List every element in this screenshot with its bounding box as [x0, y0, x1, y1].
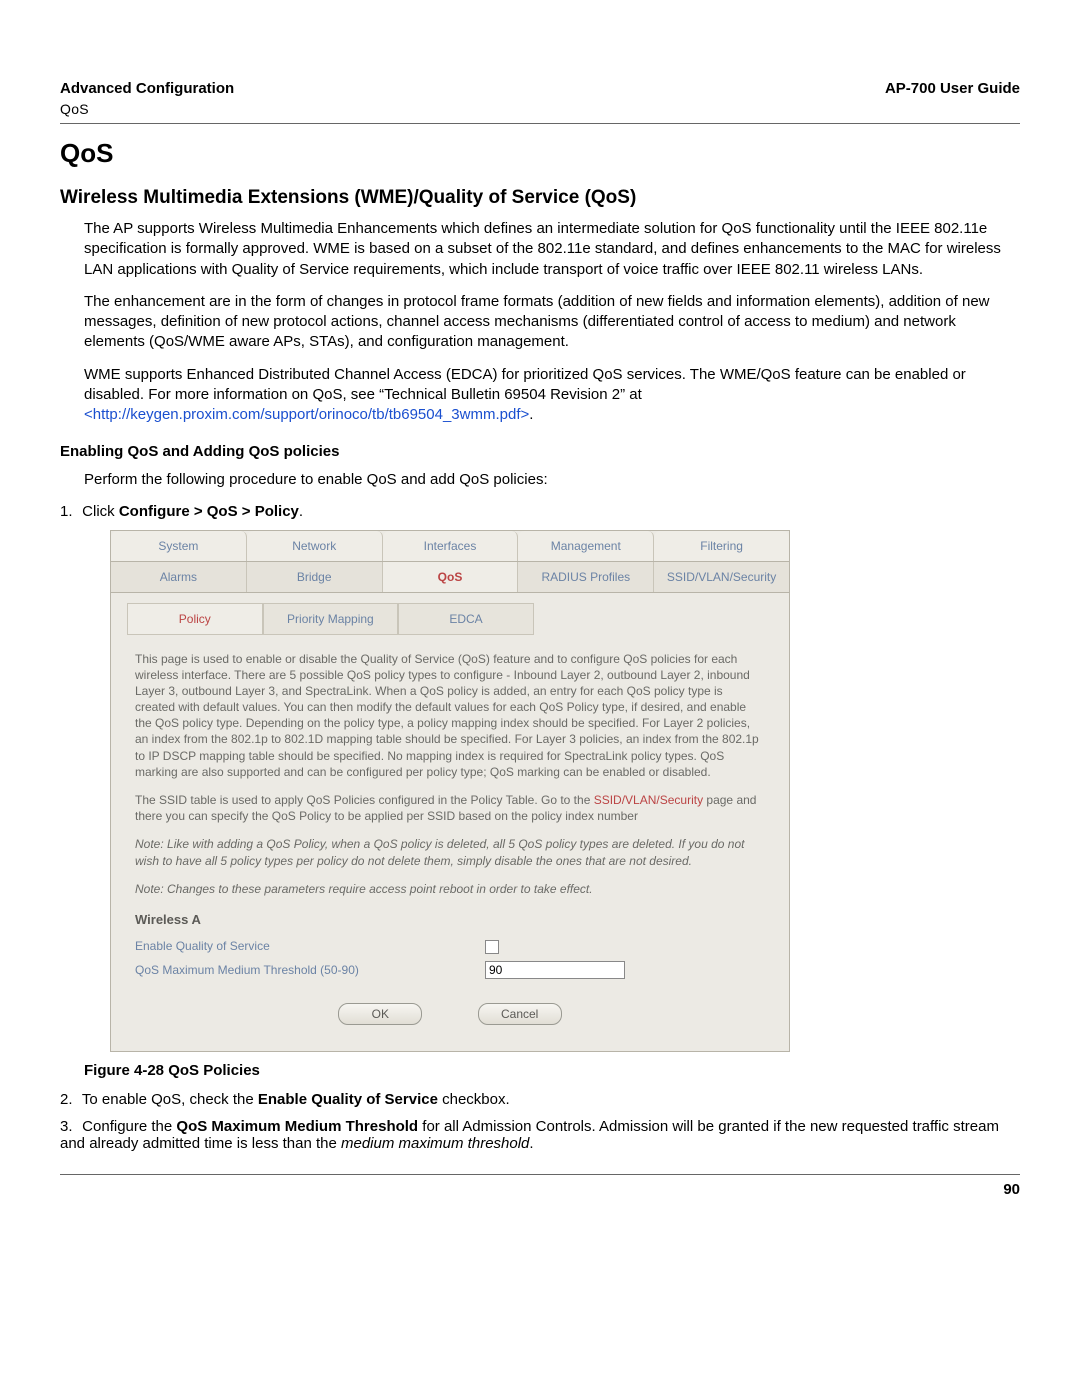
step-1-path: Configure > QoS > Policy [119, 503, 299, 520]
panel-note-1: Note: Like with adding a QoS Policy, whe… [135, 836, 765, 868]
page-header: Advanced Configuration AP-700 User Guide [60, 80, 1020, 97]
qos-config-panel: System Network Interfaces Management Fil… [110, 530, 790, 1052]
tab-ssid-vlan-security[interactable]: SSID/VLAN/Security [654, 562, 789, 592]
header-rule [60, 123, 1020, 124]
header-right: AP-700 User Guide [885, 80, 1020, 97]
step-3-number: 3. [60, 1118, 78, 1135]
panel-desc-2a: The SSID table is used to apply QoS Poli… [135, 793, 594, 807]
subtab-policy[interactable]: Policy [127, 603, 263, 635]
wireless-a-heading: Wireless A [135, 911, 765, 929]
cancel-button[interactable]: Cancel [478, 1003, 562, 1025]
subsection-intro: Perform the following procedure to enabl… [84, 470, 1020, 490]
enable-qos-row: Enable Quality of Service [135, 938, 765, 954]
enable-qos-checkbox[interactable] [485, 940, 499, 954]
tab-management[interactable]: Management [518, 531, 654, 561]
step-2: 2. To enable QoS, check the Enable Quali… [60, 1091, 1020, 1108]
paragraph-3b: . [529, 406, 533, 423]
tab-qos[interactable]: QoS [383, 562, 519, 592]
enable-qos-label: Enable Quality of Service [135, 938, 485, 954]
step-2-b: checkbox. [438, 1091, 510, 1108]
page-title: QoS [60, 138, 1020, 169]
panel-desc-2: The SSID table is used to apply QoS Poli… [135, 792, 765, 824]
subtab-edca[interactable]: EDCA [398, 603, 534, 635]
page-number: 90 [60, 1181, 1020, 1198]
step-3-c: . [529, 1135, 533, 1152]
figure-caption: Figure 4-28 QoS Policies [84, 1062, 1020, 1079]
panel-content: This page is used to enable or disable t… [111, 635, 789, 1051]
step-3-a: Configure the [82, 1118, 176, 1135]
step-2-number: 2. [60, 1091, 78, 1108]
tab-network[interactable]: Network [247, 531, 383, 561]
tab-radius-profiles[interactable]: RADIUS Profiles [518, 562, 654, 592]
page: Advanced Configuration AP-700 User Guide… [0, 0, 1080, 1228]
tab-bridge[interactable]: Bridge [247, 562, 383, 592]
ok-button[interactable]: OK [338, 1003, 422, 1025]
step-2-bold: Enable Quality of Service [258, 1091, 438, 1108]
tab-interfaces[interactable]: Interfaces [383, 531, 519, 561]
step-2-a: To enable QoS, check the [82, 1091, 258, 1108]
button-row: OK Cancel [135, 1003, 765, 1025]
sub-tab-row: Policy Priority Mapping EDCA [127, 603, 534, 635]
step-3-italic: medium maximum threshold [341, 1135, 529, 1152]
header-left: Advanced Configuration [60, 80, 234, 97]
tab-alarms[interactable]: Alarms [111, 562, 247, 592]
panel-note-2: Note: Changes to these parameters requir… [135, 881, 765, 897]
qos-threshold-input[interactable] [485, 961, 625, 979]
section-title: Wireless Multimedia Extensions (WME)/Qua… [60, 187, 1020, 209]
paragraph-3: WME supports Enhanced Distributed Channe… [84, 365, 1020, 426]
step-3: 3. Configure the QoS Maximum Medium Thre… [60, 1118, 1020, 1152]
step-1: 1. Click Configure > QoS > Policy. [60, 503, 1020, 520]
qos-threshold-label: QoS Maximum Medium Threshold (50-90) [135, 962, 485, 978]
qos-threshold-row: QoS Maximum Medium Threshold (50-90) [135, 961, 765, 979]
step-1-b: . [299, 503, 303, 520]
header-sub: QoS [60, 101, 1020, 117]
top-tab-row-2: Alarms Bridge QoS RADIUS Profiles SSID/V… [111, 562, 789, 593]
step-1-number: 1. [60, 503, 78, 520]
tab-filtering[interactable]: Filtering [654, 531, 789, 561]
tab-system[interactable]: System [111, 531, 247, 561]
panel-desc-1: This page is used to enable or disable t… [135, 651, 765, 781]
paragraph-1: The AP supports Wireless Multimedia Enha… [84, 219, 1020, 280]
ssid-vlan-security-link[interactable]: SSID/VLAN/Security [594, 793, 703, 807]
paragraph-3a: WME supports Enhanced Distributed Channe… [84, 366, 966, 403]
tech-bulletin-link[interactable]: <http://keygen.proxim.com/support/orinoc… [84, 406, 529, 423]
subsection-title: Enabling QoS and Adding QoS policies [60, 443, 1020, 460]
step-3-bold: QoS Maximum Medium Threshold [176, 1118, 418, 1135]
step-1-a: Click [82, 503, 119, 520]
footer-rule [60, 1174, 1020, 1175]
top-tab-row-1: System Network Interfaces Management Fil… [111, 531, 789, 562]
subtab-priority-mapping[interactable]: Priority Mapping [263, 603, 399, 635]
paragraph-2: The enhancement are in the form of chang… [84, 292, 1020, 353]
